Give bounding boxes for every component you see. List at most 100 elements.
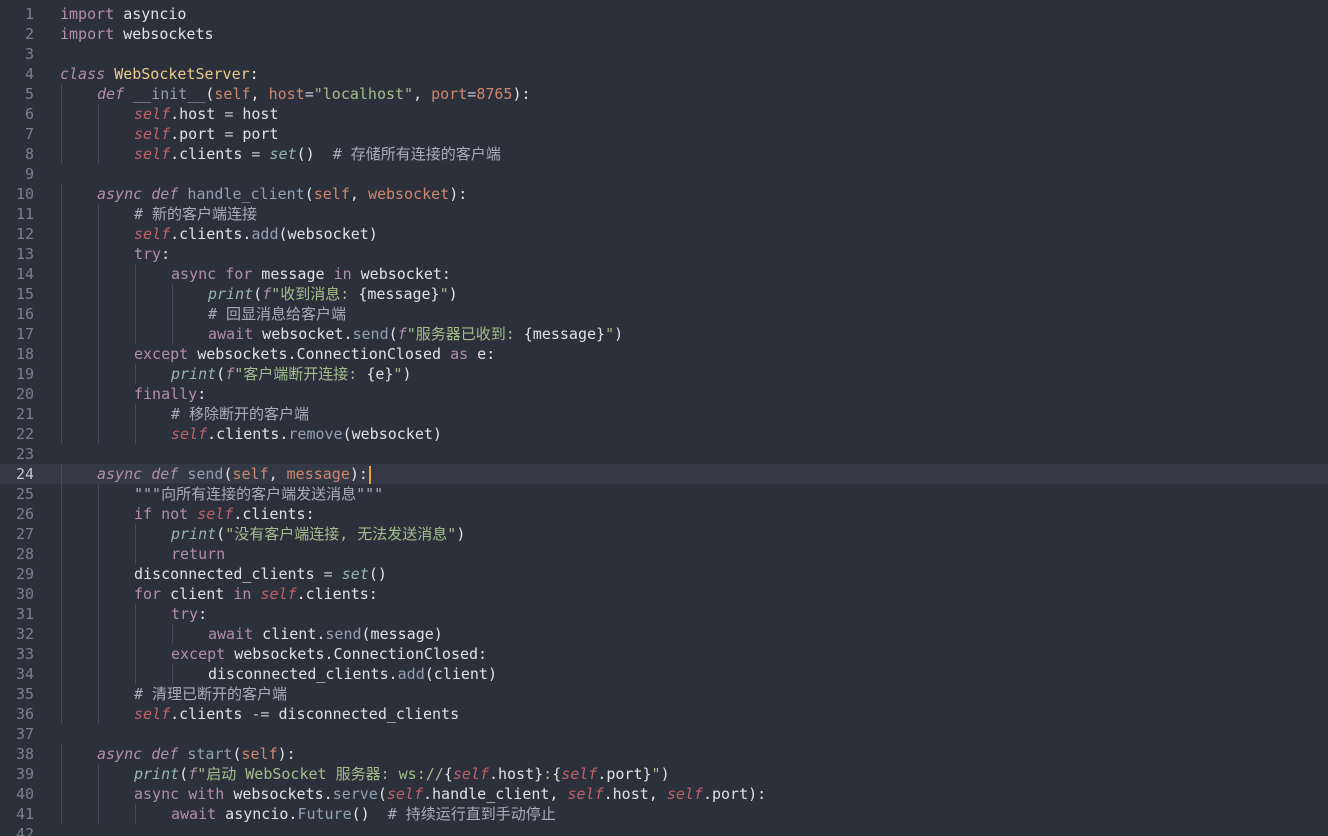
indent-guide (61, 464, 62, 484)
indent-guide (61, 704, 62, 724)
line-number: 4 (24, 65, 34, 83)
line-number: 30 (15, 585, 34, 603)
line-text: async with websockets.serve(self.handle_… (134, 784, 766, 804)
code-token: (client) (424, 665, 497, 683)
code-line[interactable]: 32 await client.send(message) (0, 624, 1328, 644)
code-line[interactable]: 11 # 新的客户端连接 (0, 204, 1328, 224)
code-line[interactable]: 41 await asyncio.Future() # 持续运行直到手动停止 (0, 804, 1328, 824)
line-number: 8 (24, 145, 34, 163)
code-line[interactable]: 8 self.clients = set() # 存储所有连接的客户端 (0, 144, 1328, 164)
code-token: message (286, 465, 350, 483)
code-line[interactable]: 13 try: (0, 244, 1328, 264)
indent-guide (135, 264, 136, 284)
code-line[interactable]: 14 async for message in websocket: (0, 264, 1328, 284)
code-line[interactable]: 27 print("没有客户端连接, 无法发送消息") (0, 524, 1328, 544)
code-token: WebSocketServer (114, 65, 250, 83)
code-token: { (552, 765, 562, 783)
code-token: async (97, 745, 143, 763)
code-token: # 清理已断开的客户端 (134, 685, 288, 703)
code-token: : (198, 605, 208, 623)
code-line[interactable]: 18 except websockets.ConnectionClosed as … (0, 344, 1328, 364)
code-line[interactable]: 9 (0, 164, 1328, 184)
code-token: import (60, 25, 115, 43)
code-line[interactable]: 39 print(f"启动 WebSocket 服务器: ws://{self.h… (0, 764, 1328, 784)
code-line[interactable]: 23 (0, 444, 1328, 464)
line-number: 2 (24, 25, 34, 43)
indent-guide (98, 604, 99, 624)
indent-guide (61, 224, 62, 244)
code-line[interactable]: 31 try: (0, 604, 1328, 624)
code-token: in (333, 265, 352, 283)
code-line[interactable]: 17 await websocket.send(f"服务器已收到: {messag… (0, 324, 1328, 344)
code-token: .clients: (296, 585, 378, 603)
code-area[interactable]: 1 import asyncio 2 import websockets 3 4 class… (0, 4, 1328, 836)
code-line[interactable]: 26 if not self.clients: (0, 504, 1328, 524)
code-line[interactable]: 12 self.clients.add(websocket) (0, 224, 1328, 244)
code-line[interactable]: 36 self.clients -= disconnected_clients (0, 704, 1328, 724)
code-line[interactable]: 38 async def start(self): (0, 744, 1328, 764)
code-line[interactable]: 7 self.port = port (0, 124, 1328, 144)
code-line[interactable]: 2 import websockets (0, 24, 1328, 44)
indent-guide (135, 324, 136, 344)
code-token: .port} (597, 765, 652, 783)
code-token: disconnected_clients. (208, 665, 398, 683)
code-token: "没有客户端连接, 无法发送消息" (225, 525, 457, 543)
code-token: ( (304, 185, 314, 203)
code-line[interactable]: 30 for client in self.clients: (0, 584, 1328, 604)
indent-guide (98, 304, 99, 324)
code-editor[interactable]: 1 import asyncio 2 import websockets 3 4 class… (0, 0, 1328, 836)
code-line[interactable]: 16 # 回显消息给客户端 (0, 304, 1328, 324)
line-text: await client.send(message) (208, 624, 443, 644)
line-text: print(f"客户端断开连接: {e}") (171, 364, 411, 384)
code-line[interactable]: 15 print(f"收到消息: {message}") (0, 284, 1328, 304)
code-line[interactable]: 37 (0, 724, 1328, 744)
indent-guide (135, 604, 136, 624)
code-line[interactable]: 4 class WebSocketServer: (0, 64, 1328, 84)
code-line[interactable]: 33 except websockets.ConnectionClosed: (0, 644, 1328, 664)
line-number: 21 (15, 405, 34, 423)
code-token: self (134, 145, 171, 163)
code-line[interactable]: 1 import asyncio (0, 4, 1328, 24)
code-line[interactable]: 29 disconnected_clients = set() (0, 564, 1328, 584)
line-number: 9 (24, 165, 34, 183)
code-token: set (341, 565, 369, 583)
indent-guide (135, 284, 136, 304)
indent-guide (61, 564, 62, 584)
code-line[interactable]: 42 (0, 824, 1328, 836)
line-text: self.clients = set() # 存储所有连接的客户端 (134, 144, 501, 164)
code-line[interactable]: 24 async def send(self, message): (0, 464, 1328, 484)
line-number: 5 (24, 85, 34, 103)
code-token: {message} (358, 285, 440, 303)
code-line[interactable]: 40 async with websockets.serve(self.handl… (0, 784, 1328, 804)
code-line[interactable]: 34 disconnected_clients.add(client) (0, 664, 1328, 684)
code-line[interactable]: 3 (0, 44, 1328, 64)
line-number: 3 (24, 45, 34, 63)
code-line[interactable]: 21 # 移除断开的客户端 (0, 404, 1328, 424)
code-line[interactable]: 35 # 清理已断开的客户端 (0, 684, 1328, 704)
code-line[interactable]: 22 self.clients.remove(websocket) (0, 424, 1328, 444)
indent-guide (135, 524, 136, 544)
line-text: self.host = host (134, 104, 279, 124)
code-line[interactable]: 6 self.host = host (0, 104, 1328, 124)
code-line[interactable]: 20 finally: (0, 384, 1328, 404)
code-line[interactable]: 5 def __init__(self, host="localhost", po… (0, 84, 1328, 104)
indent-guide (98, 364, 99, 384)
code-token: asyncio. (216, 805, 298, 823)
code-token: "localhost" (313, 85, 414, 103)
code-token: f (397, 325, 407, 343)
code-token: = (224, 125, 234, 143)
code-token: self (134, 225, 171, 243)
line-number: 32 (15, 625, 34, 643)
line-text: import asyncio (60, 4, 186, 24)
line-number: 22 (15, 425, 34, 443)
line-number: 11 (15, 205, 34, 223)
code-line[interactable]: 19 print(f"客户端断开连接: {e}") (0, 364, 1328, 384)
indent-guide (61, 104, 62, 124)
code-line[interactable]: 25 """向所有连接的客户端发送消息""" (0, 484, 1328, 504)
indent-guide (98, 584, 99, 604)
line-text: class WebSocketServer: (60, 64, 259, 84)
code-token: = (224, 105, 234, 123)
code-token: try (171, 605, 199, 623)
code-line[interactable]: 28 return (0, 544, 1328, 564)
code-line[interactable]: 10 async def handle_client(self, websocke… (0, 184, 1328, 204)
